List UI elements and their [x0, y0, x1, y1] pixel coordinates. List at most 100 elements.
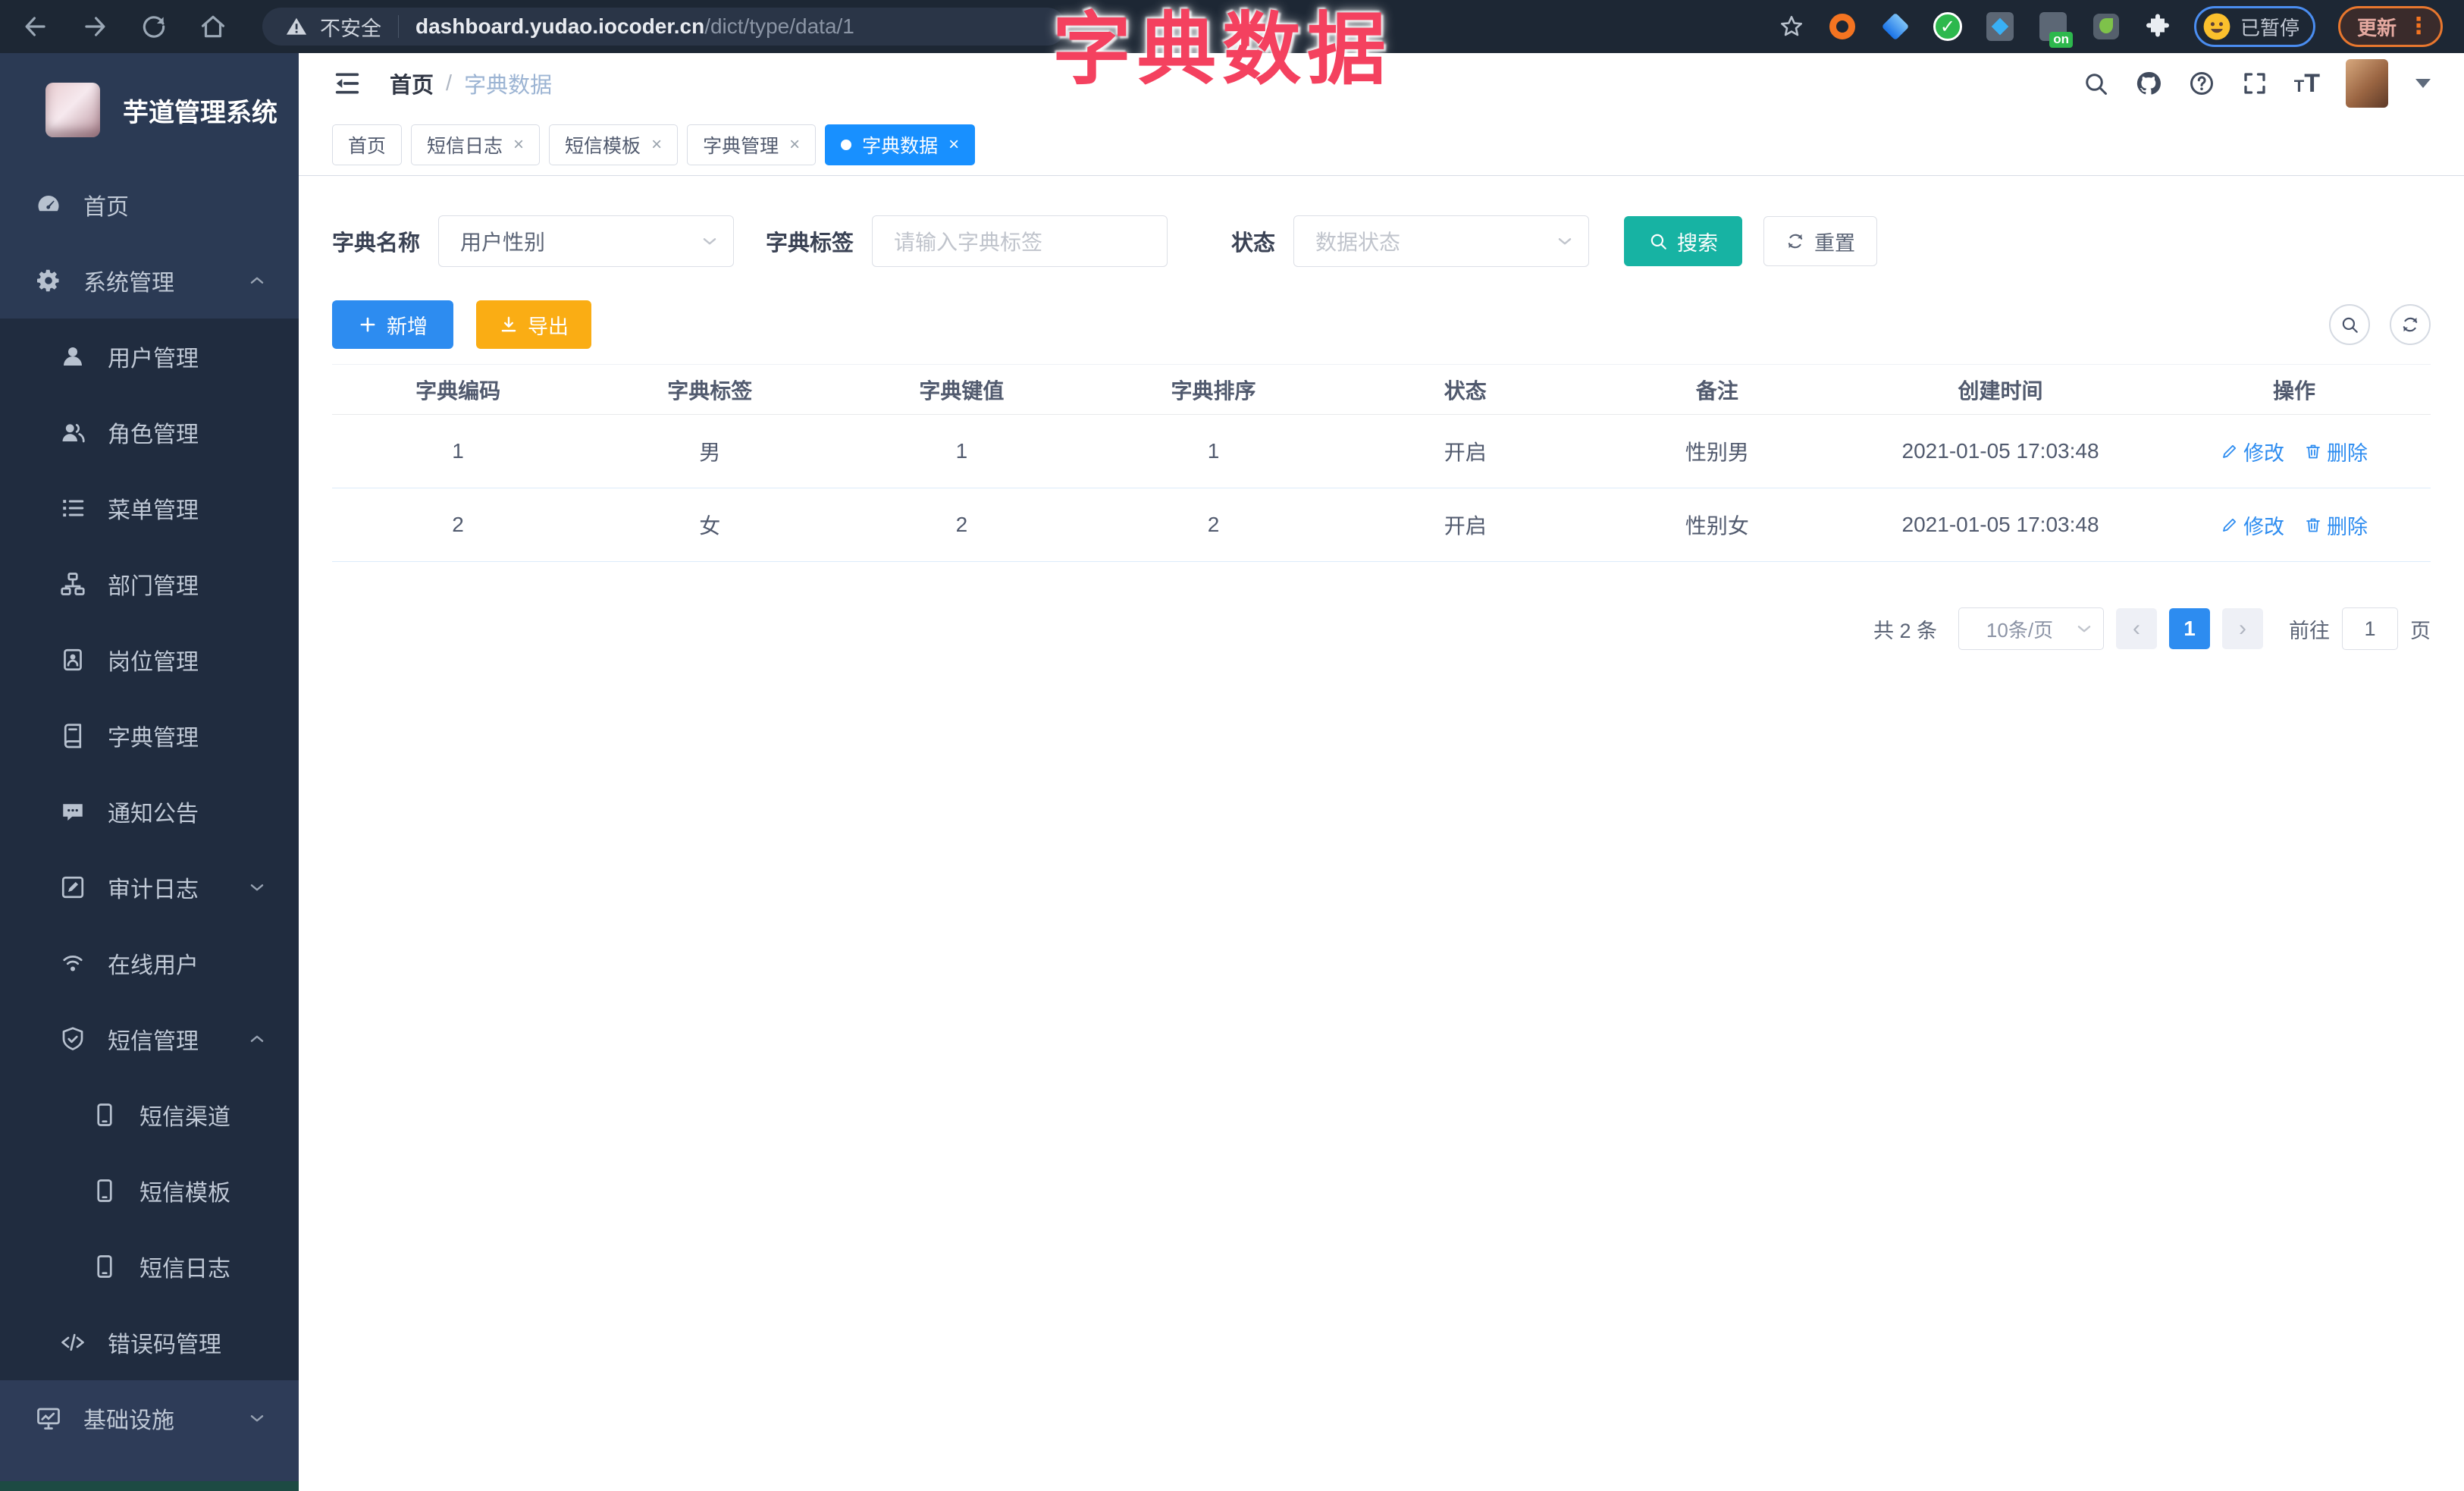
next-page-button[interactable]: › [2222, 608, 2263, 649]
goto-page-input[interactable]: 1 [2342, 607, 2398, 650]
cell-created: 2021-01-05 17:03:48 [1842, 488, 2158, 562]
tab-close-icon[interactable]: × [651, 135, 662, 154]
tab-close-icon[interactable]: × [789, 135, 800, 154]
browser-reload-icon[interactable] [140, 12, 168, 41]
sidebar-item-label: 短信模板 [140, 1181, 230, 1206]
sidebar-item-notice-announcement[interactable]: 通知公告 [0, 774, 299, 849]
overlay-annotation-title: 字典数据 [1052, 6, 1393, 94]
help-icon[interactable] [2188, 70, 2215, 97]
sidebar-item-infrastructure[interactable]: 基础设施 [0, 1380, 299, 1456]
extension-blue-diamond-icon[interactable] [1985, 11, 2015, 42]
sidebar-item-system-management[interactable]: 系统管理 [0, 243, 299, 319]
sidebar-item-user-management[interactable]: 用户管理 [0, 319, 299, 394]
url-path: /dict/type/data/1 [704, 14, 854, 38]
sidebar-item-error-code-management[interactable]: 错误码管理 [0, 1304, 299, 1380]
current-page-button[interactable]: 1 [2169, 608, 2210, 649]
tab-1[interactable]: 短信日志 × [411, 124, 541, 165]
browser-profile-button[interactable]: 已暂停 [2193, 6, 2315, 47]
cell-label: 男 [584, 414, 836, 488]
sidebar-item-label: 字典管理 [108, 726, 199, 751]
browser-home-icon[interactable] [199, 12, 227, 41]
browser-back-icon[interactable] [21, 12, 50, 41]
status-label: 状态 [1231, 231, 1276, 256]
fullscreen-icon[interactable] [2241, 70, 2268, 97]
sidebar-item-dept-management[interactable]: 部门管理 [0, 546, 299, 622]
chevron-down-icon [2074, 619, 2094, 639]
chevron-down-icon [1555, 231, 1575, 251]
extension-on-badge-icon[interactable]: on [2038, 11, 2073, 48]
address-bar[interactable]: 不安全 dashboard.yudao.iocoder.cn/dict/type… [262, 8, 1066, 46]
tab-bar: 首页 短信日志 × 短信模板 × 字典管理 × 字典数据 × [299, 114, 2464, 176]
cell-created: 2021-01-05 17:03:48 [1842, 414, 2158, 488]
delete-link[interactable]: 删除 [2304, 437, 2368, 466]
main-area: 首页 / 字典数据 TT 首页 短信日志 × 短信模板 × 字典管理 × 字典数据 × 字典名称… [299, 53, 2464, 1491]
sidebar-item-home[interactable]: 首页 [0, 167, 299, 243]
github-icon[interactable] [2135, 70, 2162, 97]
export-button[interactable]: 导出 [476, 300, 591, 349]
status-select[interactable]: 数据状态 [1293, 215, 1590, 267]
sidebar-item-sms-template[interactable]: 短信模板 [0, 1153, 299, 1229]
font-size-icon[interactable]: TT [2294, 71, 2320, 96]
sidebar-item-sms-log[interactable]: 短信日志 [0, 1229, 299, 1304]
extension-blue-gem-icon[interactable] [1880, 11, 1911, 42]
extension-green-check-icon[interactable]: ✓ [1933, 12, 1962, 41]
page-size-select[interactable]: 10条/页 [1958, 607, 2104, 650]
extension-orange-ring-icon[interactable] [1827, 11, 1857, 42]
delete-link[interactable]: 删除 [2304, 510, 2368, 540]
sidebar-item-label: 短信渠道 [140, 1105, 230, 1130]
toggle-search-button[interactable] [2329, 304, 2370, 345]
column-header: 字典标签 [584, 364, 836, 415]
tab-3[interactable]: 字典管理 × [687, 124, 817, 165]
extensions-puzzle-icon[interactable] [2144, 13, 2171, 40]
sidebar-item-menu-management[interactable]: 菜单管理 [0, 470, 299, 546]
tab-2[interactable]: 短信模板 × [549, 124, 679, 165]
edit-link[interactable]: 修改 [2221, 437, 2284, 466]
editlog-icon [59, 874, 86, 901]
app-logo-row[interactable]: 芋道管理系统 [0, 53, 299, 167]
prev-page-button[interactable]: ‹ [2116, 608, 2157, 649]
sidebar-item-online-users[interactable]: 在线用户 [0, 925, 299, 1001]
edit-link[interactable]: 修改 [2221, 510, 2284, 540]
sidebar-item-label: 审计日志 [108, 877, 199, 902]
search-button[interactable]: 搜索 [1624, 216, 1743, 266]
sidebar-fold-icon[interactable] [332, 68, 362, 99]
header-search-icon[interactable] [2082, 70, 2109, 97]
sidebar-item-label: 短信管理 [108, 1029, 199, 1054]
app-logo-image [45, 83, 100, 137]
pagination: 共 2 条 10条/页 ‹ 1 › 前往 1 页 [332, 607, 2431, 650]
user-avatar[interactable] [2346, 59, 2388, 108]
pencil-icon [2221, 442, 2239, 460]
add-button[interactable]: 新增 [332, 300, 453, 349]
sidebar-item-role-management[interactable]: 角色管理 [0, 394, 299, 470]
tab-close-icon[interactable]: × [513, 135, 524, 154]
cell-actions: 修改 删除 [2158, 414, 2431, 488]
dict-name-select[interactable]: 用户性别 [438, 215, 735, 267]
chat-icon [59, 798, 86, 825]
browser-forward-icon[interactable] [80, 12, 109, 41]
column-header: 字典排序 [1087, 364, 1340, 415]
browser-menu-dots-icon[interactable]: ⋮ [2407, 15, 2430, 38]
code-icon [59, 1329, 86, 1356]
tab-close-icon[interactable]: × [948, 135, 959, 154]
dict-name-label: 字典名称 [332, 231, 421, 256]
extension-green-sprout-icon[interactable] [2091, 11, 2121, 42]
table-body: 1 男 1 1 开启 性别男 2021-01-05 17:03:48 修改 删除 2 女 2 2 开启 性别… [332, 414, 2431, 562]
sidebar-item-sms-channel[interactable]: 短信渠道 [0, 1077, 299, 1153]
refresh-table-button[interactable] [2390, 304, 2431, 345]
breadcrumb-home[interactable]: 首页 [390, 67, 434, 99]
sidebar-item-audit-log[interactable]: 审计日志 [0, 849, 299, 925]
sidebar-item-post-management[interactable]: 岗位管理 [0, 622, 299, 698]
cell-remark: 性别女 [1591, 488, 1843, 562]
tab-4[interactable]: 字典数据 × [825, 124, 976, 165]
page-unit-label: 页 [2410, 619, 2431, 642]
browser-update-button[interactable]: 更新 ⋮ [2337, 6, 2443, 47]
tab-0[interactable]: 首页 [332, 124, 403, 165]
reset-button[interactable]: 重置 [1763, 216, 1878, 266]
list-icon [59, 494, 86, 522]
sidebar-item-sms-management[interactable]: 短信管理 [0, 1001, 299, 1077]
sidebar-item-dict-management[interactable]: 字典管理 [0, 698, 299, 774]
dict-label-input[interactable]: 请输入字典标签 [872, 215, 1168, 267]
bookmark-star-icon[interactable] [1779, 14, 1804, 39]
user-menu-caret-icon[interactable] [2415, 79, 2431, 88]
app-title: 芋道管理系统 [123, 98, 277, 127]
